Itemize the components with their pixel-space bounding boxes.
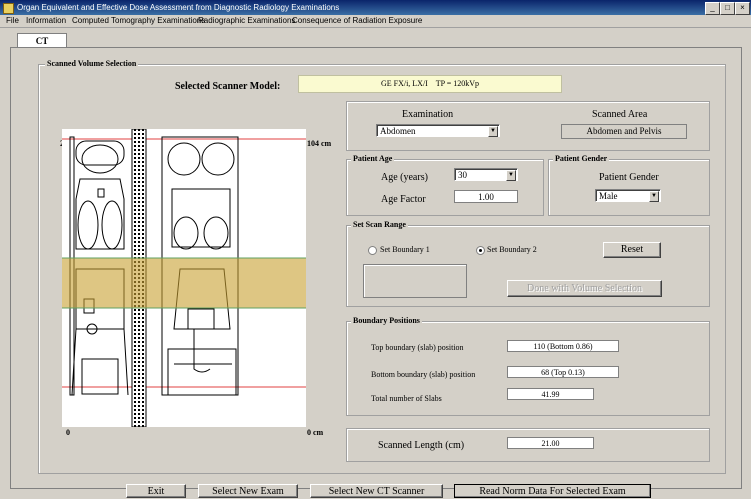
menu-radiation-exposure[interactable]: Consequence of Radiation Exposure <box>292 15 422 27</box>
scanned-length-label: Scanned Length (cm) <box>378 440 465 451</box>
chevron-down-icon[interactable]: ▼ <box>506 170 516 181</box>
examination-value: Abdomen <box>380 126 416 136</box>
age-value: 30 <box>458 170 467 180</box>
menu-ct-examinations[interactable]: Computed Tomography Examinations <box>72 15 205 27</box>
top-boundary-label: Top boundary (slab) position <box>371 343 464 352</box>
scanner-model-value: GE FX/i, LX/I TP = 120kVp <box>298 75 562 93</box>
chevron-down-icon[interactable]: ▼ <box>649 191 659 202</box>
phantom-view[interactable] <box>62 128 306 428</box>
bottom-boundary-value: 68 (Top 0.13) <box>507 366 619 378</box>
scan-range-title: Set Scan Range <box>351 220 408 229</box>
scanned-area-label: Scanned Area <box>592 109 648 120</box>
tab-ct-phantom[interactable]: CT Phantom <box>17 33 67 60</box>
age-factor-value: 1.00 <box>454 190 518 203</box>
patient-gender-group: Patient Gender <box>548 154 710 216</box>
total-slabs-label: Total number of Slabs <box>371 394 442 403</box>
top-boundary-value: 110 (Bottom 0.86) <box>507 340 619 352</box>
done-volume-selection-button[interactable]: Done with Volume Selection <box>507 280 662 297</box>
phantom-bottom-right-tick: 0 cm <box>307 428 324 437</box>
examination-label: Examination <box>402 109 454 120</box>
phantom-top-right-tick: 104 cm <box>307 139 332 148</box>
boundary2-radio[interactable] <box>476 246 485 255</box>
phantom-bottom-left-tick: 0 <box>66 428 70 437</box>
menu-file[interactable]: File <box>6 15 19 27</box>
boundary1-label[interactable]: Set Boundary 1 <box>380 245 430 254</box>
total-slabs-value: 41.99 <box>507 388 594 400</box>
chevron-down-icon[interactable]: ▼ <box>488 126 498 137</box>
bottom-boundary-label: Bottom boundary (slab) position <box>371 370 476 379</box>
select-new-ct-scanner-button[interactable]: Select New CT Scanner <box>310 484 443 498</box>
app-icon <box>3 3 14 14</box>
scanned-area-value: Abdomen and Pelvis <box>561 124 687 139</box>
menu-bar: File Information Computed Tomography Exa… <box>0 15 751 28</box>
reset-button[interactable]: Reset <box>603 242 661 258</box>
boundary2-label[interactable]: Set Boundary 2 <box>487 245 537 254</box>
window-title: Organ Equivalent and Effective Dose Asse… <box>17 3 340 12</box>
gender-select[interactable]: Male ▼ <box>595 189 661 202</box>
boundary-positions-title: Boundary Positions <box>351 316 422 325</box>
scanned-length-value: 21.00 <box>507 437 594 449</box>
read-norm-data-button[interactable]: Read Norm Data For Selected Exam <box>454 484 651 498</box>
title-bar: Organ Equivalent and Effective Dose Asse… <box>0 0 751 15</box>
scanned-volume-title: Scanned Volume Selection <box>45 59 139 68</box>
menu-information[interactable]: Information <box>26 15 66 27</box>
age-factor-label: Age Factor <box>381 194 426 205</box>
scanner-model-label: Selected Scanner Model: <box>175 81 281 92</box>
menu-radiographic-examinations[interactable]: Radiographic Examinations <box>198 15 295 27</box>
minimize-icon[interactable]: _ <box>705 2 720 15</box>
phantom-selection-band <box>62 258 306 308</box>
exit-button[interactable]: Exit <box>126 484 186 498</box>
age-select[interactable]: 30 ▼ <box>454 168 518 181</box>
gender-label: Patient Gender <box>599 172 659 183</box>
gender-value: Male <box>599 191 618 201</box>
examination-select[interactable]: Abdomen ▼ <box>376 124 500 137</box>
close-icon[interactable]: × <box>735 2 750 15</box>
maximize-icon[interactable]: □ <box>720 2 735 15</box>
patient-gender-title: Patient Gender <box>553 154 610 163</box>
phantom-svg <box>62 128 306 428</box>
boundary-preview-box <box>363 264 467 298</box>
age-label: Age (years) <box>381 172 428 183</box>
boundary1-radio[interactable] <box>368 246 377 255</box>
patient-age-title: Patient Age <box>351 154 395 163</box>
select-new-exam-button[interactable]: Select New Exam <box>198 484 298 498</box>
